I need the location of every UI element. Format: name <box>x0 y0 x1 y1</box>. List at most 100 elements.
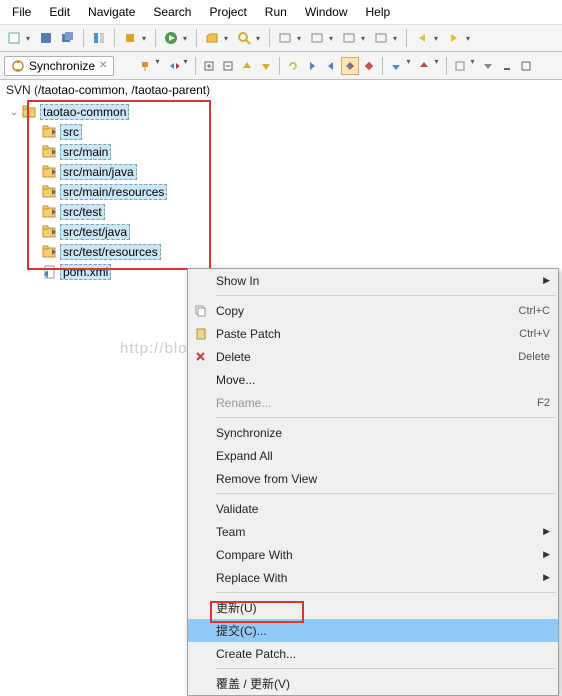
dropdown-icon[interactable]: ▾ <box>256 34 264 43</box>
menu-navigate[interactable]: Navigate <box>80 2 143 22</box>
menu-run[interactable]: Run <box>257 2 295 22</box>
run-icon[interactable] <box>161 28 181 48</box>
dropdown-icon[interactable]: ▾ <box>26 34 34 43</box>
separator <box>216 493 556 494</box>
ctx-create-patch[interactable]: Create Patch... <box>188 642 558 665</box>
ctx-replace-with[interactable]: Replace With▶ <box>188 566 558 589</box>
view-toolbar: ▾ ▾ ▾ ▾ ▾ <box>136 57 535 75</box>
forward-icon[interactable] <box>444 28 464 48</box>
dropdown-icon[interactable]: ▾ <box>183 34 191 43</box>
menu-search[interactable]: Search <box>145 2 199 22</box>
tree-label: src/main <box>60 144 111 160</box>
sync-path: SVN (/taotao-common, /taotao-parent) <box>0 80 562 100</box>
path-link-2[interactable]: /taotao-parent <box>131 83 206 97</box>
ctx-compare-with[interactable]: Compare With▶ <box>188 543 558 566</box>
update-btn-icon[interactable] <box>387 57 405 75</box>
pin-icon[interactable] <box>136 57 154 75</box>
tree-label: src/test <box>60 204 105 220</box>
ctx-copy[interactable]: CopyCtrl+C <box>188 299 558 322</box>
build-icon[interactable] <box>120 28 140 48</box>
new-icon[interactable] <box>4 28 24 48</box>
dropdown-icon[interactable]: ▾ <box>361 34 369 43</box>
expand-icon[interactable] <box>200 57 218 75</box>
context-menu: Show In▶ CopyCtrl+C Paste PatchCtrl+V De… <box>187 268 559 696</box>
open-icon[interactable] <box>202 28 222 48</box>
dropdown-icon[interactable]: ▾ <box>224 34 232 43</box>
maximize-icon[interactable] <box>517 57 535 75</box>
dropdown-icon[interactable]: ▾ <box>329 34 337 43</box>
ctx-override-update[interactable]: 覆盖 / 更新(V) <box>188 672 558 695</box>
copy-icon <box>192 303 208 319</box>
tree-item[interactable]: src/test/resources <box>0 242 562 262</box>
ctx-commit[interactable]: 提交(C)... <box>188 619 558 642</box>
tree-item[interactable]: src/main/java <box>0 162 562 182</box>
refresh-icon[interactable] <box>284 57 302 75</box>
tree-label: taotao-common <box>40 104 129 120</box>
tree-item[interactable]: src/test <box>0 202 562 222</box>
ctx-remove-from-view[interactable]: Remove from View <box>188 467 558 490</box>
tab-synchronize[interactable]: Synchronize ✕ <box>4 56 114 76</box>
ctx-synchronize[interactable]: Synchronize <box>188 421 558 444</box>
ctx-delete[interactable]: DeleteDelete <box>188 345 558 368</box>
submenu-arrow-icon: ▶ <box>543 526 550 537</box>
dropdown-icon[interactable]: ▾ <box>393 34 401 43</box>
ctx-validate[interactable]: Validate <box>188 497 558 520</box>
dropdown-icon[interactable]: ▾ <box>155 57 163 75</box>
dropdown-icon[interactable]: ▾ <box>406 57 414 75</box>
folder-outgoing-icon <box>42 145 58 159</box>
menu-project[interactable]: Project <box>201 2 254 22</box>
sync-icon[interactable] <box>164 57 182 75</box>
ctx-show-in[interactable]: Show In▶ <box>188 269 558 292</box>
ctx-update[interactable]: 更新(U) <box>188 596 558 619</box>
menu-help[interactable]: Help <box>358 2 399 22</box>
ctx-move[interactable]: Move... <box>188 368 558 391</box>
conflict-icon[interactable] <box>360 57 378 75</box>
menu-icon[interactable] <box>479 57 497 75</box>
menu-edit[interactable]: Edit <box>41 2 78 22</box>
expander-icon[interactable]: ⌄ <box>8 107 20 118</box>
nav4-icon[interactable] <box>371 28 391 48</box>
nav1-icon[interactable] <box>275 28 295 48</box>
toggle-icon[interactable] <box>89 28 109 48</box>
path-link-1[interactable]: /taotao-common <box>38 83 125 97</box>
commit-btn-icon[interactable] <box>415 57 433 75</box>
ctx-rename[interactable]: Rename...F2 <box>188 391 558 414</box>
tree-item[interactable]: src <box>0 122 562 142</box>
collapse-icon[interactable] <box>219 57 237 75</box>
tree-item[interactable]: src/main/resources <box>0 182 562 202</box>
shortcut: Delete <box>518 351 550 363</box>
tree-item[interactable]: src/test/java <box>0 222 562 242</box>
dropdown-icon[interactable]: ▾ <box>183 57 191 75</box>
mode1-icon[interactable] <box>303 57 321 75</box>
tree-root[interactable]: ⌄ taotao-common <box>0 102 562 122</box>
layout-icon[interactable] <box>451 57 469 75</box>
nav2-icon[interactable] <box>307 28 327 48</box>
separator <box>216 417 556 418</box>
ctx-expand-all[interactable]: Expand All <box>188 444 558 467</box>
menu-file[interactable]: File <box>4 2 39 22</box>
dropdown-icon[interactable]: ▾ <box>470 57 478 75</box>
mode3-icon[interactable] <box>341 57 359 75</box>
ctx-team[interactable]: Team▶ <box>188 520 558 543</box>
folder-outgoing-icon <box>42 125 58 139</box>
menu-window[interactable]: Window <box>297 2 356 22</box>
back-icon[interactable] <box>412 28 432 48</box>
dropdown-icon[interactable]: ▾ <box>297 34 305 43</box>
mode2-icon[interactable] <box>322 57 340 75</box>
close-icon[interactable]: ✕ <box>99 60 107 71</box>
nav3-icon[interactable] <box>339 28 359 48</box>
saveall-icon[interactable] <box>58 28 78 48</box>
tree-item[interactable]: src/main <box>0 142 562 162</box>
down-icon[interactable] <box>257 57 275 75</box>
up-icon[interactable] <box>238 57 256 75</box>
search-icon[interactable] <box>234 28 254 48</box>
ctx-paste-patch[interactable]: Paste PatchCtrl+V <box>188 322 558 345</box>
minimize-icon[interactable] <box>498 57 516 75</box>
dropdown-icon[interactable]: ▾ <box>434 57 442 75</box>
dropdown-icon[interactable]: ▾ <box>466 34 474 43</box>
sync-tree: ⌄ taotao-common src src/main src/main/java… <box>0 100 562 284</box>
dropdown-icon[interactable]: ▾ <box>434 34 442 43</box>
dropdown-icon[interactable]: ▾ <box>142 34 150 43</box>
save-icon[interactable] <box>36 28 56 48</box>
shortcut: F2 <box>537 397 550 409</box>
